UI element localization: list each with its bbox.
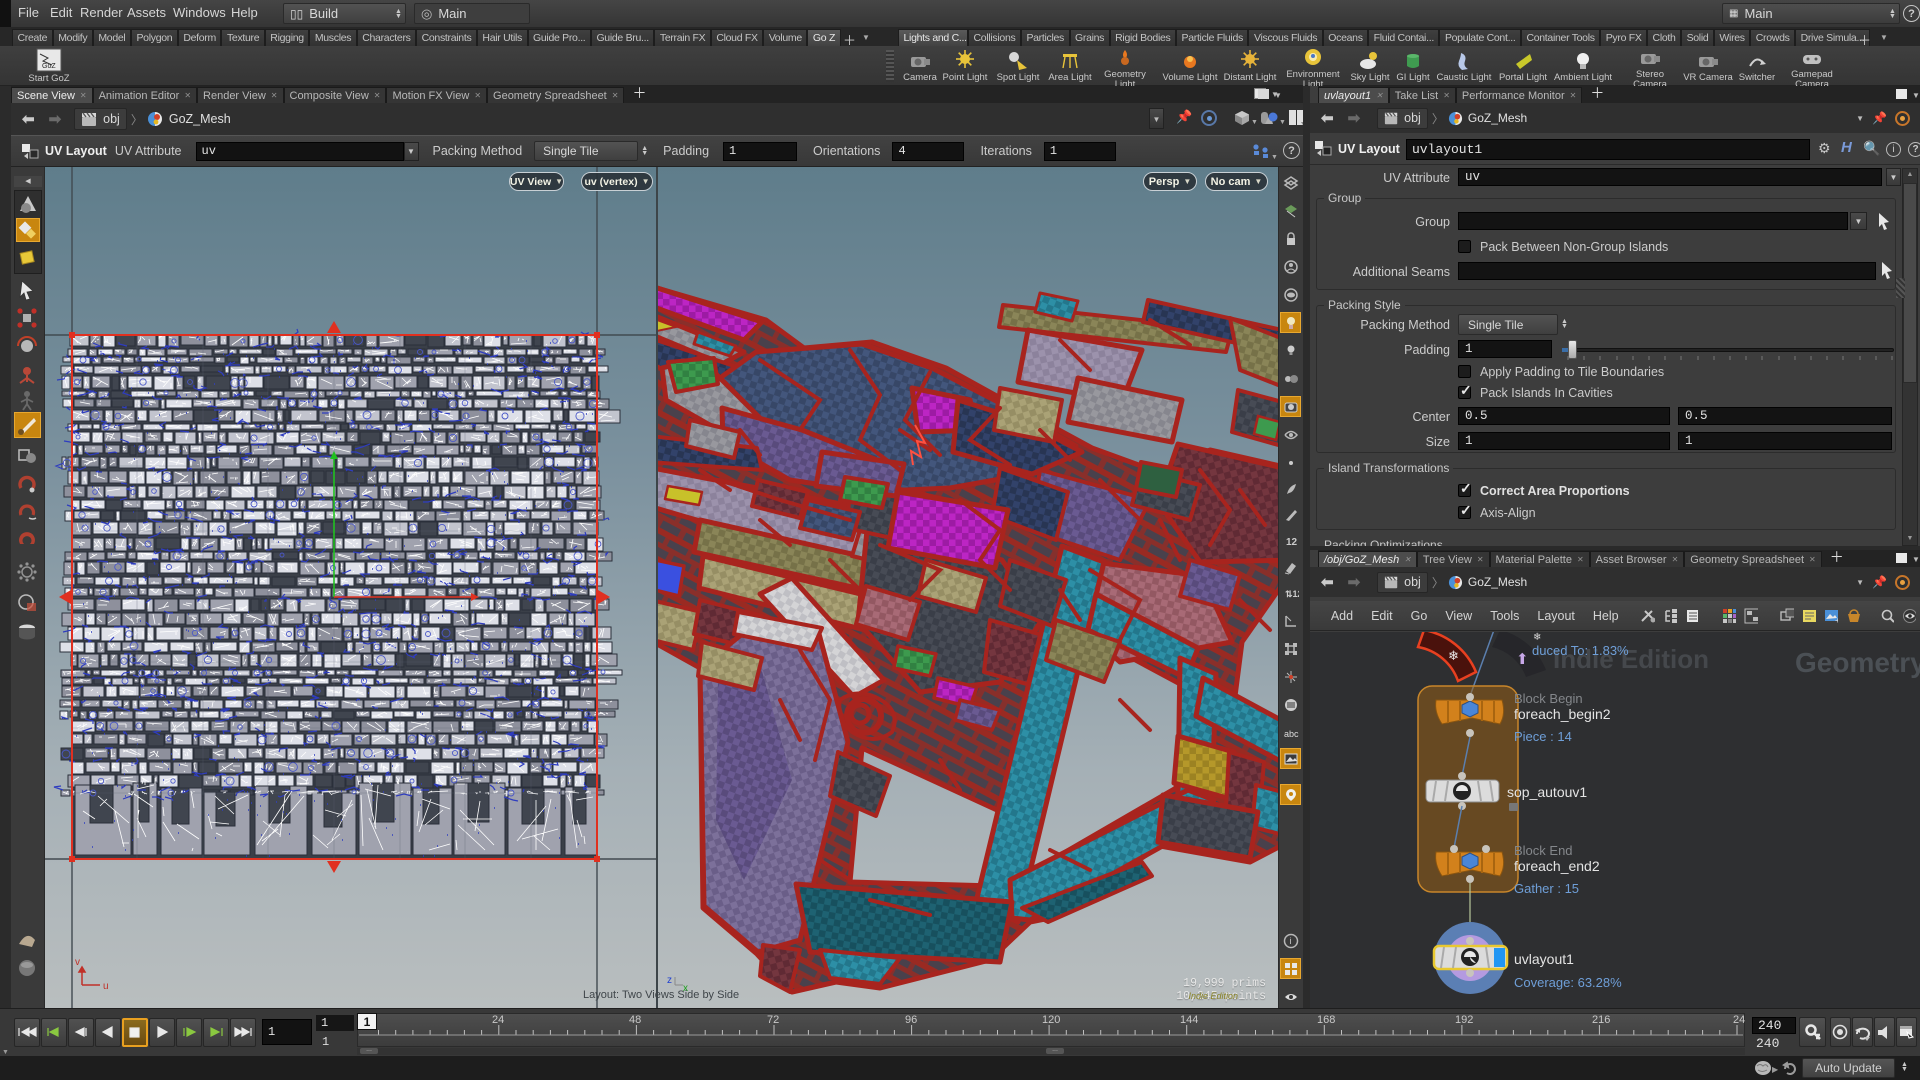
svg-text:❄: ❄ bbox=[1448, 648, 1459, 663]
svg-text:GoZ: GoZ bbox=[42, 63, 56, 70]
svg-text:abc: abc bbox=[1284, 729, 1299, 739]
svg-text:v: v bbox=[75, 957, 80, 968]
svg-text:z: z bbox=[667, 975, 672, 986]
svg-text:12: 12 bbox=[1286, 537, 1298, 548]
svg-text:foreach_end2: foreach_end2 bbox=[1514, 858, 1600, 874]
svg-text:⬆: ⬆ bbox=[1516, 651, 1529, 668]
svg-text:120: 120 bbox=[1042, 1014, 1060, 1026]
svg-text:Block Begin: Block Begin bbox=[1514, 691, 1583, 706]
svg-text:Geometry: Geometry bbox=[1795, 647, 1920, 678]
svg-text:duced To: 1.83%: duced To: 1.83% bbox=[1532, 643, 1629, 658]
svg-text:u: u bbox=[103, 981, 109, 992]
svg-text:+: + bbox=[1835, 616, 1838, 624]
svg-text:240: 240 bbox=[1733, 1014, 1745, 1026]
svg-text:216: 216 bbox=[1592, 1014, 1610, 1026]
svg-text:Coverage: 63.28%: Coverage: 63.28% bbox=[1514, 975, 1622, 990]
svg-text:Gather : 15: Gather : 15 bbox=[1514, 881, 1579, 896]
svg-text:24: 24 bbox=[492, 1014, 504, 1026]
svg-text:48: 48 bbox=[629, 1014, 641, 1026]
svg-text:144: 144 bbox=[1180, 1014, 1198, 1026]
svg-text:sop_autouv1: sop_autouv1 bbox=[1507, 784, 1587, 800]
svg-text:72: 72 bbox=[767, 1014, 779, 1026]
svg-text:⇅12: ⇅12 bbox=[1285, 589, 1299, 599]
svg-text:uvlayout1: uvlayout1 bbox=[1514, 951, 1574, 967]
svg-text:foreach_begin2: foreach_begin2 bbox=[1514, 706, 1611, 722]
svg-text:Piece : 14: Piece : 14 bbox=[1514, 729, 1572, 744]
svg-text:❄: ❄ bbox=[1533, 632, 1541, 643]
svg-text:Block End: Block End bbox=[1514, 843, 1573, 858]
svg-text:96: 96 bbox=[905, 1014, 917, 1026]
svg-text:i: i bbox=[1289, 936, 1291, 946]
svg-text:192: 192 bbox=[1455, 1014, 1473, 1026]
svg-text:168: 168 bbox=[1317, 1014, 1335, 1026]
